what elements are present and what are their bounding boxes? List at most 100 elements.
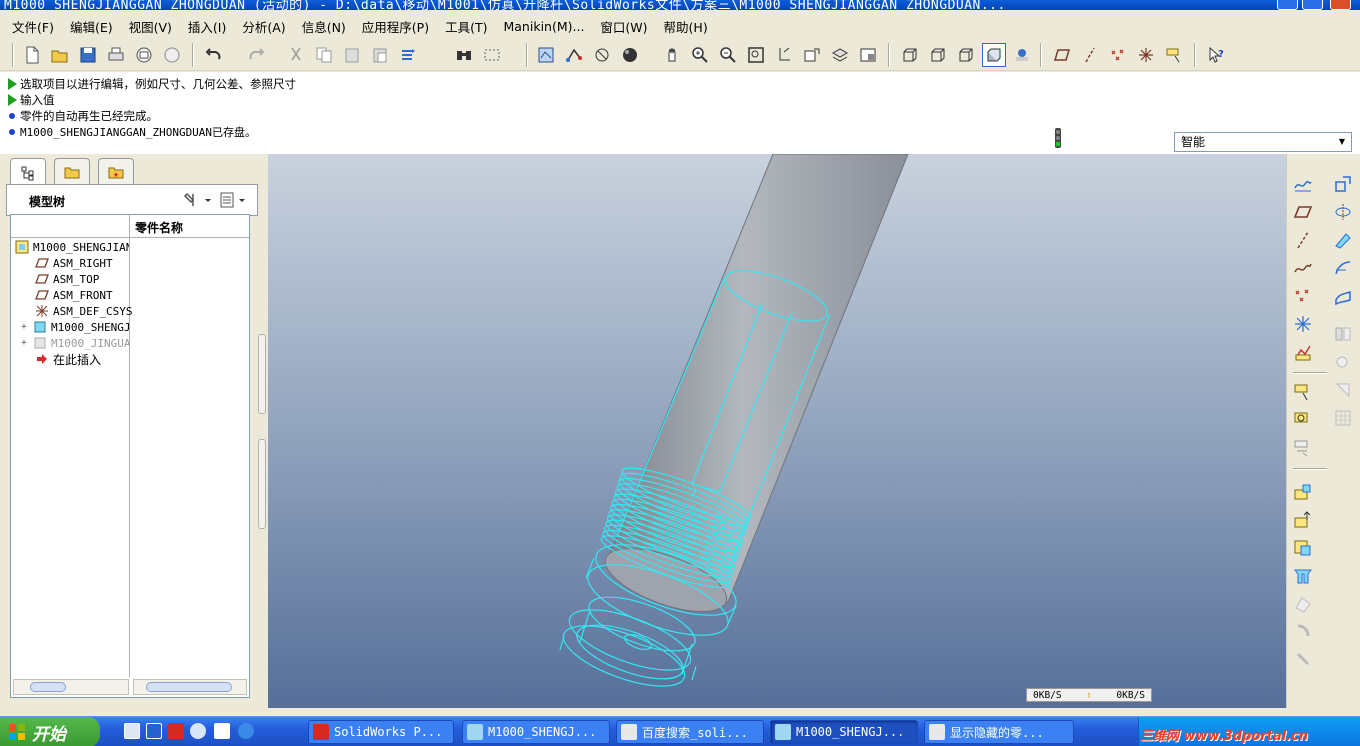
taskbar-item[interactable]: 百度搜索_soli... bbox=[616, 720, 764, 744]
column-header-part-name[interactable]: 零件名称 bbox=[135, 219, 183, 236]
undo-icon[interactable] bbox=[202, 43, 226, 67]
reorient-icon[interactable] bbox=[772, 43, 796, 67]
panel-splitter[interactable] bbox=[258, 334, 266, 414]
tree-node-asm-top[interactable]: ASM_TOP bbox=[35, 271, 149, 287]
menu-manikin[interactable]: Manikin(M)... bbox=[495, 19, 592, 34]
datum-axis-icon[interactable] bbox=[1291, 228, 1315, 252]
notepad-icon[interactable] bbox=[214, 723, 230, 739]
save-icon[interactable] bbox=[76, 43, 100, 67]
annotation-icon[interactable] bbox=[1291, 380, 1315, 404]
wireframe-icon[interactable] bbox=[898, 43, 922, 67]
regen-status-icon[interactable] bbox=[1052, 128, 1064, 152]
regenerate-icon[interactable] bbox=[396, 43, 420, 67]
csys-icon[interactable] bbox=[1291, 312, 1315, 336]
taskbar-item[interactable]: SolidWorks P... bbox=[308, 720, 454, 744]
graphics-viewport[interactable] bbox=[268, 154, 1286, 708]
whats-this-icon[interactable]: ? bbox=[1204, 43, 1228, 67]
hidden-line-icon[interactable] bbox=[926, 43, 950, 67]
open-icon[interactable] bbox=[48, 43, 72, 67]
no-hidden-icon[interactable] bbox=[954, 43, 978, 67]
scroll-thumb[interactable] bbox=[30, 682, 66, 692]
merge-icon[interactable] bbox=[1331, 350, 1355, 374]
tree-hscrollbar-left[interactable] bbox=[13, 679, 129, 695]
chamfer-icon[interactable] bbox=[1291, 648, 1315, 672]
tree-node-insert-here[interactable]: 在此插入 bbox=[35, 351, 149, 367]
datum-point-icon[interactable] bbox=[1291, 284, 1315, 308]
tab-folder-browser[interactable] bbox=[54, 158, 90, 184]
package-icon[interactable] bbox=[1291, 564, 1315, 588]
view-manager-icon[interactable] bbox=[534, 43, 558, 67]
select-box-icon[interactable] bbox=[480, 43, 504, 67]
menu-analysis[interactable]: 分析(A) bbox=[234, 17, 293, 36]
paste-special-icon[interactable] bbox=[368, 43, 392, 67]
show-icon[interactable] bbox=[219, 191, 249, 209]
datum-display-icon[interactable] bbox=[562, 43, 586, 67]
mirror-icon[interactable] bbox=[1331, 322, 1355, 346]
shaded-icon[interactable] bbox=[982, 43, 1006, 67]
analysis-icon[interactable] bbox=[1291, 340, 1315, 364]
copy-icon[interactable] bbox=[312, 43, 336, 67]
expand-icon[interactable]: + bbox=[19, 320, 29, 334]
surface-icon[interactable] bbox=[1331, 284, 1355, 308]
datum-axis-icon[interactable] bbox=[1331, 200, 1355, 224]
note-icon[interactable] bbox=[1291, 408, 1315, 432]
copy-geometry-icon[interactable] bbox=[1331, 172, 1355, 196]
sweep-icon[interactable] bbox=[1331, 228, 1355, 252]
layer-icon[interactable] bbox=[590, 43, 614, 67]
selection-filter-select[interactable]: 智能 ▼ bbox=[1174, 132, 1352, 152]
insert-component-icon[interactable] bbox=[1291, 480, 1315, 504]
show-desktop-icon[interactable] bbox=[124, 723, 140, 739]
close-button[interactable] bbox=[1330, 0, 1351, 10]
ie-icon[interactable] bbox=[238, 723, 254, 739]
paste-icon[interactable] bbox=[340, 43, 364, 67]
menu-edit[interactable]: 编辑(E) bbox=[62, 17, 121, 36]
round-icon[interactable] bbox=[1291, 620, 1315, 644]
relations-icon[interactable] bbox=[1291, 436, 1315, 460]
tree-node-asm-def-csys[interactable]: ASM_DEF_CSYS bbox=[35, 303, 149, 319]
menu-file[interactable]: 文件(F) bbox=[4, 17, 62, 36]
taskbar-item[interactable]: 显示隐藏的零... bbox=[924, 720, 1074, 744]
pan-icon[interactable] bbox=[660, 43, 684, 67]
tree-node-part-shenggan[interactable]: + M1000_SHENGJIANGGAN bbox=[19, 319, 129, 335]
menu-info[interactable]: 信息(N) bbox=[294, 17, 354, 36]
datum-curve-icon[interactable] bbox=[1291, 256, 1315, 280]
word-icon[interactable] bbox=[146, 723, 162, 739]
menu-insert[interactable]: 插入(I) bbox=[180, 17, 234, 36]
taskbar-item[interactable]: M1000_SHENGJ... bbox=[770, 720, 918, 744]
enhanced-realism-icon[interactable] bbox=[1010, 43, 1034, 67]
panel-splitter[interactable] bbox=[258, 439, 266, 529]
cut-icon[interactable] bbox=[284, 43, 308, 67]
new-icon[interactable] bbox=[20, 43, 44, 67]
datum-plane-display-icon[interactable] bbox=[1050, 43, 1074, 67]
browser-icon[interactable] bbox=[190, 723, 206, 739]
shading-sphere-icon[interactable] bbox=[618, 43, 642, 67]
cut-feature-icon[interactable] bbox=[1291, 592, 1315, 616]
create-component-icon[interactable] bbox=[1291, 536, 1315, 560]
menu-help[interactable]: 帮助(H) bbox=[656, 17, 716, 36]
tab-model-tree[interactable] bbox=[10, 158, 46, 186]
menu-tools[interactable]: 工具(T) bbox=[437, 17, 495, 36]
menu-window[interactable]: 窗口(W) bbox=[592, 17, 655, 36]
find-icon[interactable] bbox=[452, 43, 476, 67]
zoom-in-icon[interactable] bbox=[688, 43, 712, 67]
tree-node-asm-front[interactable]: ASM_FRONT bbox=[35, 287, 149, 303]
email-attach-icon[interactable] bbox=[160, 43, 184, 67]
expand-icon[interactable]: + bbox=[19, 336, 29, 350]
email-icon[interactable] bbox=[132, 43, 156, 67]
csys-display-icon[interactable] bbox=[1134, 43, 1158, 67]
tree-node-root[interactable]: M1000_SHENGJIANGGAN_ZHONGDUAN bbox=[15, 239, 129, 255]
zoom-out-icon[interactable] bbox=[716, 43, 740, 67]
menu-view[interactable]: 视图(V) bbox=[121, 17, 180, 36]
trim-icon[interactable] bbox=[1331, 378, 1355, 402]
redo-icon[interactable] bbox=[244, 43, 268, 67]
tree-hscrollbar-right[interactable] bbox=[133, 679, 247, 695]
saved-views-icon[interactable] bbox=[800, 43, 824, 67]
assemble-icon[interactable] bbox=[1291, 508, 1315, 532]
tab-favorites[interactable] bbox=[98, 158, 134, 184]
layers-icon[interactable] bbox=[828, 43, 852, 67]
minimize-button[interactable] bbox=[1277, 0, 1298, 10]
tree-node-asm-right[interactable]: ASM_RIGHT bbox=[35, 255, 149, 271]
solidworks-icon[interactable] bbox=[168, 723, 184, 739]
start-button[interactable]: 开始 bbox=[0, 717, 100, 746]
tree-node-part-jinguan[interactable]: + M1000_JINGUAN bbox=[19, 335, 129, 351]
